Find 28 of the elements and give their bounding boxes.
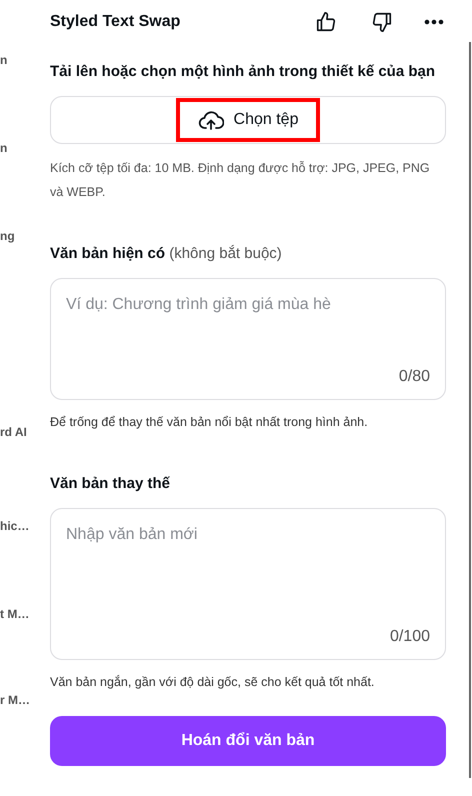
sidebar-item[interactable]: rd AI [0, 424, 50, 440]
sidebar-item[interactable]: t M… [0, 606, 50, 622]
panel-title: Styled Text Swap [50, 12, 182, 32]
text-input[interactable]: Ví dụ: Chương trình giảm giá mùa hè [66, 293, 430, 353]
choose-file-button[interactable]: Chọn tệp [176, 98, 320, 142]
upload-label: Tải lên hoặc chọn một hình ảnh trong thiết kế của bạn [50, 62, 436, 82]
sidebar-item[interactable]: n [0, 140, 50, 156]
sidebar-item[interactable]: ng [0, 228, 50, 244]
text-area[interactable]: Ví dụ: Chương trình giảm giá mùa hè 0/80 [50, 278, 446, 400]
thumbs-up-icon [315, 11, 337, 33]
field-hint: Để trống để thay thế văn bản nổi bật nhất trong hình ảnh. [50, 414, 369, 431]
sidebar-item[interactable]: n [0, 52, 50, 68]
sidebar-item[interactable]: hic… [0, 518, 50, 534]
text-area[interactable]: Nhập văn bản mới 0/100 [50, 508, 446, 660]
thumbs-down-icon [371, 11, 393, 33]
sidebar-item[interactable]: r M… [0, 692, 50, 708]
field-label: Văn bản hiện có (không bắt buộc) [50, 244, 283, 264]
character-counter: 0/100 [390, 627, 430, 647]
more-icon [424, 19, 444, 25]
text-input[interactable]: Nhập văn bản mới [66, 523, 430, 583]
swap-text-button[interactable]: Hoán đổi văn bản [50, 716, 446, 766]
field-label: Văn bản thay thế [50, 474, 172, 494]
character-counter: 0/80 [398, 367, 430, 387]
thumbs-down-button[interactable] [370, 10, 394, 34]
thumbs-up-button[interactable] [314, 10, 338, 34]
cloud-upload-icon [198, 109, 224, 131]
field-hint: Văn bản ngắn, gần với độ dài gốc, sẽ cho kết quả tốt nhất. [50, 674, 376, 691]
upload-help: Kích cỡ tệp tối đa: 10 MB. Định dạng được hỗ trợ: JPG, JPEG, PNG và WEBP. [50, 160, 431, 201]
